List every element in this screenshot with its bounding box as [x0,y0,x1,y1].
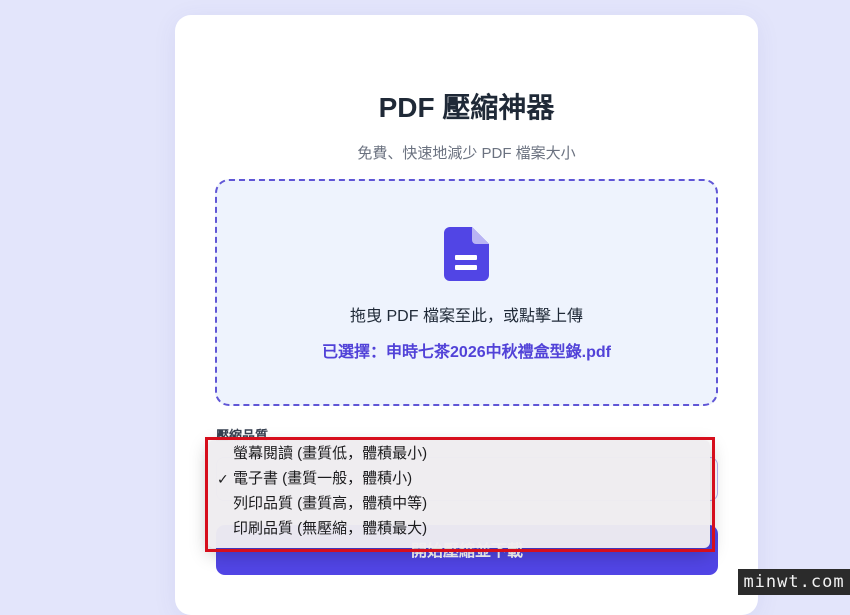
option-label: 螢幕閱讀 (畫質低，體積最小) [233,445,428,462]
dropzone-instruction: 拖曳 PDF 檔案至此，或點擊上傳 [350,308,583,325]
watermark: minwt.com [738,569,850,595]
document-icon [444,227,489,281]
option-label: 列印品質 (畫質高，體積中等) [233,495,428,512]
quality-option-prepress[interactable]: 印刷品質 (無壓縮，體積最大) [208,517,710,541]
page-subtitle: 免費、快速地減少 PDF 檔案大小 [357,145,576,162]
option-label: 電子書 (畫質一般，體積小) [233,470,413,487]
pdf-dropzone[interactable] [215,179,718,406]
quality-option-print[interactable]: 列印品質 (畫質高，體積中等) [208,492,710,516]
page-title: PDF 壓縮神器 [378,92,555,123]
quality-option-screen[interactable]: 螢幕閱讀 (畫質低，體積最小) [208,442,710,466]
option-label: 印刷品質 (無壓縮，體積最大) [233,520,428,537]
quality-option-ebook[interactable]: ✓ 電子書 (畫質一般，體積小) [208,467,710,491]
check-icon: ✓ [217,471,229,487]
selected-file-name: 已選擇：申時七茶2026中秋禮盒型錄.pdf [322,344,611,361]
quality-dropdown-menu: 螢幕閱讀 (畫質低，體積最小) ✓ 電子書 (畫質一般，體積小) 列印品質 (畫… [208,440,710,548]
